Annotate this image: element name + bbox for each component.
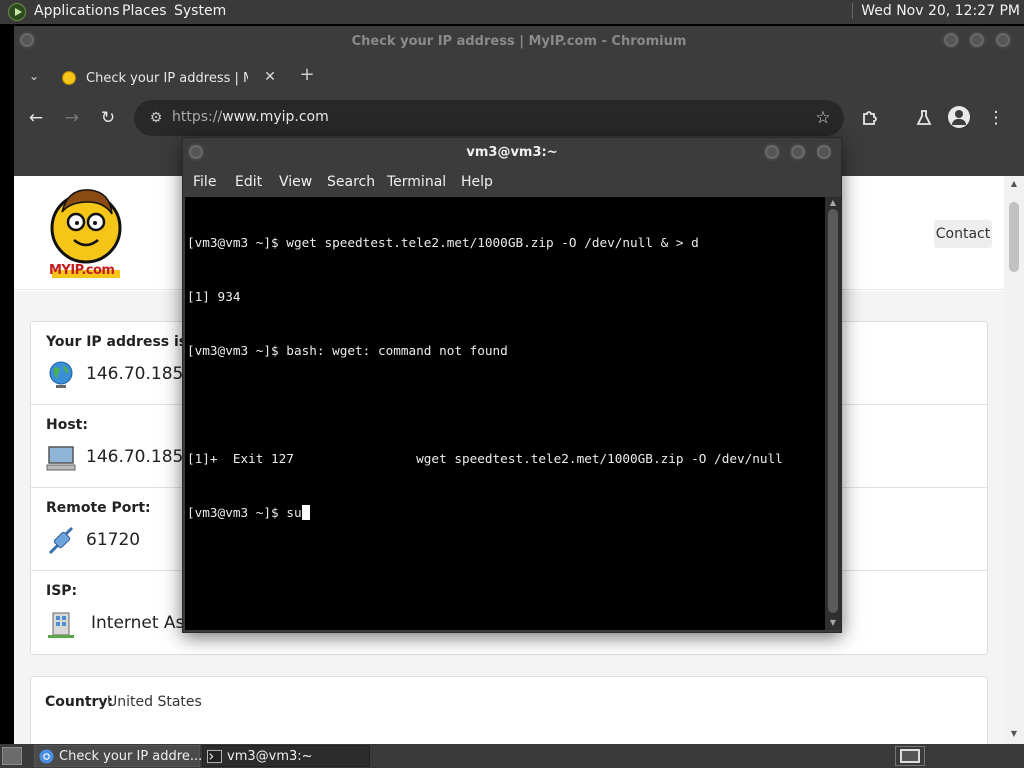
terminal-scroll-thumb[interactable] — [828, 209, 838, 613]
browser-toolbar: ← → ↻ ⚙ https://www.myip.com ☆ ⋮ — [14, 98, 1024, 138]
page-scrollbar[interactable]: ▲ ▼ — [1004, 176, 1024, 746]
reload-icon[interactable]: ↻ — [96, 106, 120, 130]
tab-title: Check your IP address | MyIP.com — [86, 71, 248, 86]
minimize-icon[interactable] — [942, 31, 960, 49]
taskbar-item-terminal[interactable]: vm3@vm3:~ — [202, 745, 370, 767]
computer-icon — [46, 446, 76, 471]
ip-address-label: Your IP address is: — [46, 334, 193, 350]
terminal-typed-text: su — [286, 505, 302, 520]
system-menu[interactable]: System — [174, 3, 226, 19]
country-value: United States — [107, 694, 202, 710]
terminal-icon — [207, 749, 222, 764]
bottom-panel: Check your IP addre... vm3@vm3:~ — [0, 744, 1024, 768]
more-menu-icon[interactable]: ⋮ — [984, 106, 1008, 130]
cable-icon — [48, 526, 74, 555]
remote-port-value: 61720 — [86, 530, 141, 550]
taskbar-item-label: vm3@vm3:~ — [227, 749, 313, 764]
new-tab-plus-icon[interactable]: + — [298, 66, 316, 84]
places-menu[interactable]: Places — [122, 3, 167, 19]
myip-favicon-icon — [62, 71, 76, 85]
workspace-switcher[interactable] — [895, 746, 925, 766]
terminal-line: [vm3@vm3 ~]$ wget speedtest.tele2.met/10… — [187, 235, 699, 250]
clock[interactable]: Wed Nov 20, 12:27 PM — [852, 3, 1020, 19]
chromium-window-title: Check your IP address | MyIP.com - Chrom… — [351, 34, 687, 49]
tab-close-icon[interactable]: ✕ — [262, 69, 278, 85]
terminal-title: vm3@vm3:~ — [466, 145, 558, 160]
address-bar[interactable]: ⚙ https://www.myip.com ☆ — [134, 100, 844, 136]
labs-flask-icon[interactable] — [912, 106, 936, 130]
terminal-menubar: File Edit View Search Terminal Help — [183, 168, 841, 196]
terminal-close-icon[interactable] — [815, 143, 833, 161]
myip-logo-text: MYIP.com — [49, 263, 115, 278]
ip-address-value: 146.70.185. — [86, 364, 189, 384]
country-card: Country: United States — [30, 676, 988, 746]
tab-strip: ⌄ Check your IP address | MyIP.com ✕ + — [14, 56, 1024, 96]
terminal-line: [vm3@vm3 ~]$ bash: wget: command not fou… — [187, 343, 508, 358]
terminal-menu-search[interactable]: Search — [327, 174, 375, 190]
site-settings-icon[interactable]: ⚙ — [146, 108, 166, 128]
terminal-scroll-up-icon[interactable]: ▲ — [825, 197, 841, 209]
close-window-icon[interactable] — [994, 31, 1012, 49]
terminal-menu-file[interactable]: File — [193, 174, 216, 190]
back-arrow-icon[interactable]: ← — [24, 106, 48, 130]
contact-link[interactable]: Contact — [934, 220, 992, 248]
taskbar-item-label: Check your IP addre... — [59, 749, 203, 764]
terminal-window: vm3@vm3:~ File Edit View Search Terminal… — [182, 137, 842, 633]
page-scroll-up-icon[interactable]: ▲ — [1006, 178, 1022, 190]
host-label: Host: — [46, 417, 88, 433]
terminal-menu-view[interactable]: View — [279, 174, 312, 190]
terminal-output: [vm3@vm3 ~]$ wget speedtest.tele2.met/10… — [187, 198, 823, 558]
terminal-line: [1]+ Exit 127 wget speedtest.tele2.met/1… — [187, 451, 783, 466]
tab-myip[interactable]: Check your IP address | MyIP.com ✕ — [52, 60, 292, 96]
host-value: 146.70.185. — [86, 447, 189, 467]
distro-logo-icon[interactable] — [8, 3, 26, 21]
page-scroll-down-icon[interactable]: ▼ — [1006, 728, 1022, 740]
terminal-maximize-icon[interactable] — [789, 143, 807, 161]
tab-search-chevron-icon[interactable]: ⌄ — [26, 68, 42, 84]
forward-arrow-icon[interactable]: → — [60, 106, 84, 130]
terminal-line: [1] 934 — [187, 289, 241, 304]
url-text[interactable]: https://www.myip.com — [172, 109, 329, 125]
terminal-scrollbar[interactable]: ▲ ▼ — [825, 197, 841, 630]
top-panel: Applications Places System Wed Nov 20, 1… — [0, 0, 1024, 24]
isp-label: ISP: — [46, 583, 78, 599]
chromium-titlebar[interactable]: Check your IP address | MyIP.com - Chrom… — [14, 26, 1024, 56]
terminal-cursor — [301, 505, 310, 520]
building-icon — [48, 612, 74, 638]
workspace-1[interactable] — [900, 749, 920, 763]
terminal-menu-edit[interactable]: Edit — [235, 174, 262, 190]
terminal-minimize-icon[interactable] — [763, 143, 781, 161]
profile-avatar-icon[interactable] — [948, 106, 970, 128]
maximize-icon[interactable] — [968, 31, 986, 49]
terminal-titlebar[interactable]: vm3@vm3:~ — [183, 138, 841, 168]
terminal-menu-terminal[interactable]: Terminal — [387, 174, 446, 190]
terminal-prompt: [vm3@vm3 ~]$ — [187, 505, 287, 520]
chromium-icon — [39, 749, 54, 764]
terminal-screen[interactable]: [vm3@vm3 ~]$ wget speedtest.tele2.met/10… — [185, 197, 825, 630]
terminal-input-line[interactable]: [vm3@vm3 ~]$ su — [187, 504, 823, 522]
globe-icon — [49, 361, 73, 388]
page-scroll-thumb[interactable] — [1009, 202, 1019, 272]
remote-port-label: Remote Port: — [46, 500, 151, 516]
show-desktop-icon[interactable] — [2, 747, 22, 765]
terminal-menu-help[interactable]: Help — [461, 174, 493, 190]
bookmark-star-icon[interactable]: ☆ — [812, 107, 834, 129]
taskbar-item-chromium[interactable]: Check your IP addre... — [34, 745, 203, 767]
terminal-scroll-down-icon[interactable]: ▼ — [825, 617, 841, 629]
applications-menu[interactable]: Applications — [34, 3, 120, 19]
extensions-puzzle-icon[interactable] — [858, 106, 882, 130]
country-label: Country: — [45, 694, 114, 710]
